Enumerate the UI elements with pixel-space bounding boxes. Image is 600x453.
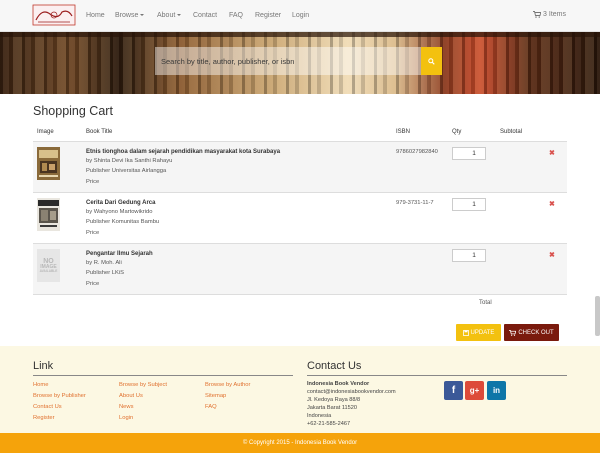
search-icon bbox=[428, 57, 435, 65]
copyright-bar: © Copyright 2015 - Indonesia Book Vendor bbox=[0, 433, 600, 453]
search-button[interactable] bbox=[421, 47, 442, 75]
footer-link-home[interactable]: Home bbox=[33, 382, 48, 388]
logo[interactable] bbox=[32, 4, 76, 26]
update-button[interactable]: UPDATE bbox=[456, 324, 501, 341]
table-row: Etnis tionghoa dalam sejarah pendidikan … bbox=[33, 142, 567, 193]
quantity-input[interactable] bbox=[452, 147, 486, 160]
remove-icon[interactable]: ✖ bbox=[549, 251, 555, 259]
shelf-edge bbox=[0, 32, 600, 37]
book-cover-image[interactable] bbox=[37, 198, 60, 231]
shopping-cart-icon bbox=[533, 11, 542, 18]
nav-home[interactable]: Home bbox=[86, 12, 105, 19]
cart-link[interactable]: 3 Items bbox=[533, 11, 566, 18]
col-image: Image bbox=[37, 129, 54, 135]
remove-icon[interactable]: ✖ bbox=[549, 200, 555, 208]
footer: Link Contact Us Home Browse by Subject B… bbox=[0, 346, 600, 433]
book-price: Price bbox=[86, 179, 100, 185]
nav-register[interactable]: Register bbox=[255, 12, 281, 19]
table-row: NO IMAGE AVAILABLE Pengantar Ilmu Sejara… bbox=[33, 244, 567, 295]
chevron-down-icon bbox=[177, 14, 182, 17]
footer-link-about-us[interactable]: About Us bbox=[119, 393, 143, 399]
page-title: Shopping Cart bbox=[33, 104, 113, 118]
no-image-text: AVAILABLE bbox=[39, 268, 58, 273]
save-icon bbox=[462, 329, 469, 336]
footer-link-news[interactable]: News bbox=[119, 404, 134, 410]
divider bbox=[307, 375, 567, 376]
footer-link-login[interactable]: Login bbox=[119, 415, 133, 421]
nav-about[interactable]: About bbox=[157, 12, 182, 19]
footer-link-register[interactable]: Register bbox=[33, 415, 55, 421]
book-publisher: Publisher Komunitas Bambu bbox=[86, 219, 160, 225]
search-input[interactable] bbox=[155, 47, 421, 75]
book-title[interactable]: Cerita Dari Gedung Arca bbox=[86, 200, 155, 206]
navbar: Home Browse About Contact FAQ Register L… bbox=[0, 0, 600, 32]
nav-browse[interactable]: Browse bbox=[115, 12, 145, 19]
facebook-icon[interactable]: f bbox=[444, 381, 463, 400]
book-price: Price bbox=[86, 230, 100, 236]
table-row: Cerita Dari Gedung Arca by Wahyono Marto… bbox=[33, 193, 567, 244]
cart-count: 3 Items bbox=[543, 11, 566, 18]
contact-phone: +62-21-585-2467 bbox=[307, 421, 351, 427]
total-label: Total bbox=[479, 300, 492, 306]
footer-link-heading: Link bbox=[33, 360, 54, 372]
nav-browse-label: Browse bbox=[115, 12, 139, 19]
quantity-input[interactable] bbox=[452, 198, 486, 211]
book-cover-image[interactable] bbox=[37, 147, 60, 180]
book-isbn: 9786027982840 bbox=[396, 149, 438, 155]
scrollbar[interactable] bbox=[595, 296, 600, 336]
chevron-down-icon bbox=[140, 14, 145, 17]
book-price: Price bbox=[86, 281, 100, 287]
contact-email[interactable]: contact@indonesiabookvendor.com bbox=[307, 389, 396, 395]
contact-country: Indonesia bbox=[307, 413, 332, 419]
cart-table-header: Image Book Title ISBN Qty Subtotal bbox=[33, 129, 567, 142]
footer-link-sitemap[interactable]: Sitemap bbox=[205, 393, 226, 399]
footer-contact-heading: Contact Us bbox=[307, 360, 362, 372]
footer-link-contact-us[interactable]: Contact Us bbox=[33, 404, 62, 410]
shopping-cart-icon bbox=[509, 329, 517, 336]
copyright-text: © Copyright 2015 - Indonesia Book Vendor bbox=[242, 440, 358, 446]
book-isbn: 979-3731-11-7 bbox=[396, 200, 434, 206]
book-publisher: Publisher LKiS bbox=[86, 270, 125, 276]
col-title: Book Title bbox=[86, 129, 113, 135]
quantity-input[interactable] bbox=[452, 249, 486, 262]
book-author: by Wahyono Martowikrido bbox=[86, 209, 153, 215]
google-plus-icon[interactable]: g+ bbox=[465, 381, 484, 400]
nav-faq[interactable]: FAQ bbox=[229, 12, 243, 19]
divider bbox=[33, 375, 293, 376]
book-publisher: Publisher Universitas Airlangga bbox=[86, 168, 167, 174]
contact-address-2: Jakarta Barat 11520 bbox=[307, 405, 357, 411]
update-button-label: UPDATE bbox=[470, 329, 495, 336]
col-isbn: ISBN bbox=[396, 129, 411, 135]
footer-link-browse-subject[interactable]: Browse by Subject bbox=[119, 382, 167, 388]
no-image-placeholder[interactable]: NO IMAGE AVAILABLE bbox=[37, 249, 60, 282]
col-subtotal: Subtotal bbox=[500, 129, 523, 135]
footer-link-browse-author[interactable]: Browse by Author bbox=[205, 382, 250, 388]
linkedin-icon[interactable]: in bbox=[487, 381, 506, 400]
book-author: by Shinta Devi Ika Santhi Rahayu bbox=[86, 158, 173, 164]
footer-link-faq[interactable]: FAQ bbox=[205, 404, 217, 410]
contact-address-1: Jl. Kedoya Raya 88/8 bbox=[307, 397, 361, 403]
checkout-button[interactable]: CHECK OUT bbox=[504, 324, 559, 341]
nav-about-label: About bbox=[157, 12, 176, 19]
col-qty: Qty bbox=[452, 129, 462, 135]
nav-login[interactable]: Login bbox=[292, 12, 309, 19]
book-author: by R. Moh. Ali bbox=[86, 260, 122, 266]
footer-link-browse-publisher[interactable]: Browse by Publisher bbox=[33, 393, 86, 399]
nav-contact[interactable]: Contact bbox=[193, 12, 217, 19]
book-title[interactable]: Etnis tionghoa dalam sejarah pendidikan … bbox=[86, 149, 280, 155]
checkout-button-label: CHECK OUT bbox=[518, 329, 554, 336]
contact-name: Indonesia Book Vendor bbox=[307, 381, 370, 387]
remove-icon[interactable]: ✖ bbox=[549, 149, 555, 157]
book-title[interactable]: Pengantar Ilmu Sejarah bbox=[86, 251, 153, 257]
